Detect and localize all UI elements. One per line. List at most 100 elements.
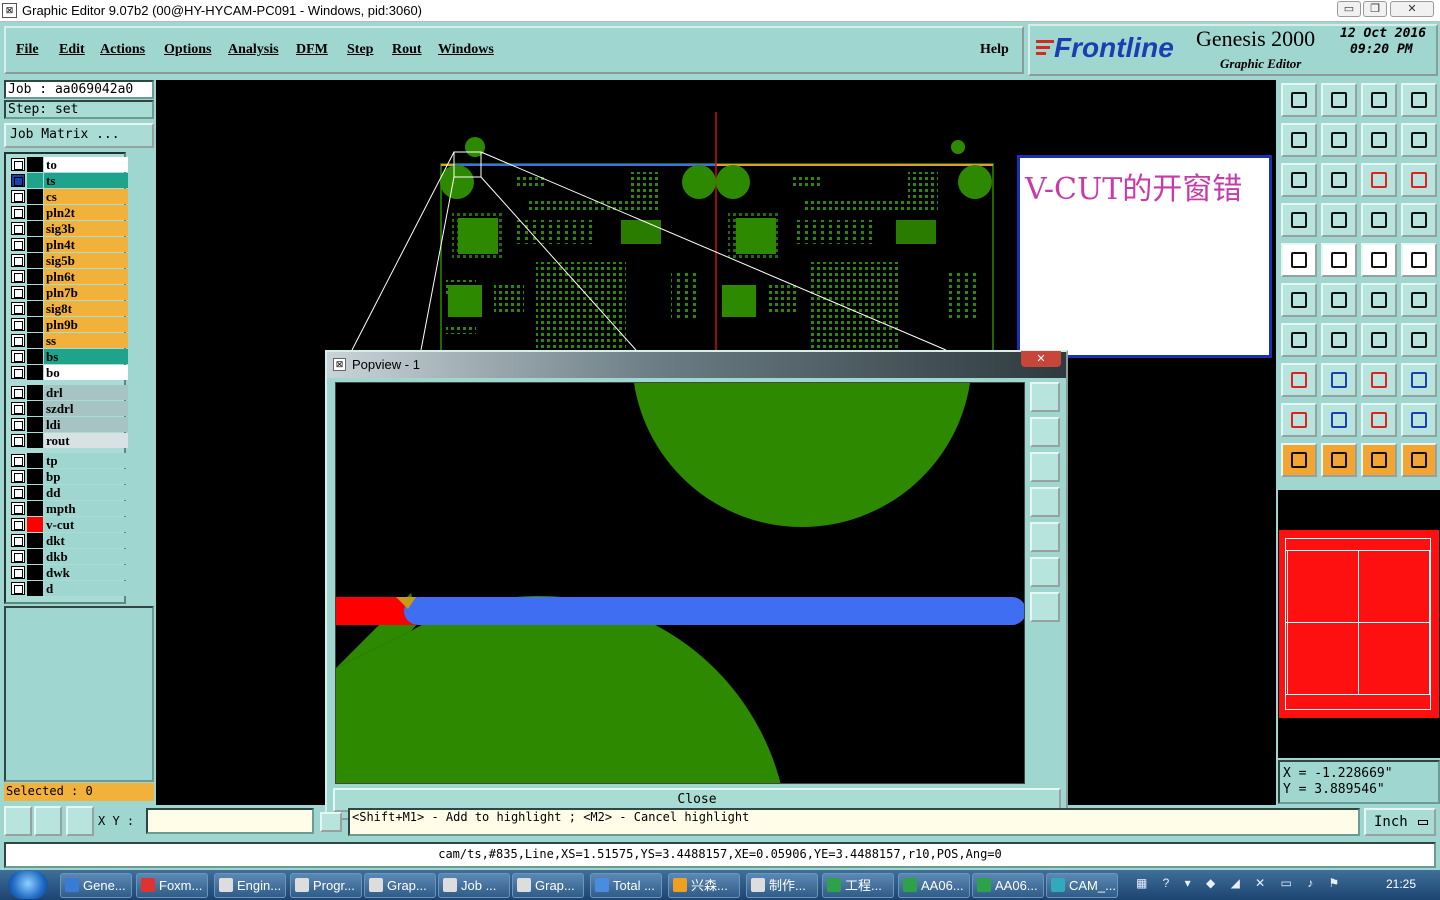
layer-row-bp[interactable]: bp (10, 469, 128, 484)
minus-icon[interactable] (1321, 363, 1357, 397)
close-window-button[interactable]: ✕ (1390, 1, 1434, 17)
layer-row-pln7b[interactable]: pln7b (10, 285, 128, 300)
pad-icon[interactable] (1281, 243, 1317, 277)
pointer-box-icon[interactable] (1321, 443, 1357, 477)
menu-step[interactable]: Step (347, 42, 373, 58)
taskbar-item[interactable]: AA06... (972, 873, 1044, 898)
layer-name[interactable]: pln7b (44, 285, 128, 300)
layer-color-swatch[interactable] (27, 221, 43, 236)
layer-row-dd[interactable]: dd (10, 485, 128, 500)
layer-color-swatch[interactable] (27, 485, 43, 500)
layer-checkbox[interactable] (11, 318, 25, 331)
layer-stack-red-icon[interactable] (1361, 203, 1397, 237)
layer-color-swatch[interactable] (27, 385, 43, 400)
measure-mode-icon[interactable] (34, 806, 62, 836)
connect-alt-icon[interactable] (1401, 283, 1437, 317)
layer-row-tp[interactable]: tp (10, 453, 128, 468)
layer-name[interactable]: szdrl (44, 401, 128, 416)
layer-color-swatch[interactable] (27, 453, 43, 468)
taskbar-item[interactable]: Job ... (438, 873, 510, 898)
layer-row-d[interactable]: d (10, 581, 128, 596)
layer-color-swatch[interactable] (27, 301, 43, 316)
layer-checkbox[interactable] (11, 434, 25, 447)
taskbar-item[interactable]: Grap... (512, 873, 584, 898)
layer-name[interactable]: dkb (44, 549, 128, 564)
layer-color-swatch[interactable] (27, 173, 43, 188)
layer-name[interactable]: bp (44, 469, 128, 484)
pan-right-icon[interactable] (1321, 123, 1357, 157)
layer-name[interactable]: dkt (44, 533, 128, 548)
layer-name[interactable]: ldi (44, 417, 128, 432)
layer-name[interactable]: sig5b (44, 253, 128, 268)
layer-color-swatch[interactable] (27, 533, 43, 548)
menu-edit[interactable]: Edit (59, 42, 85, 58)
xy-input[interactable] (146, 808, 314, 834)
layer-row-sig5b[interactable]: sig5b (10, 253, 128, 268)
taskbar-item[interactable]: Engin... (214, 873, 286, 898)
layer-checkbox[interactable] (11, 158, 25, 171)
pv-pan-down-icon[interactable] (1030, 452, 1060, 482)
layer-checkbox[interactable] (11, 470, 25, 483)
layer-checkbox[interactable] (11, 550, 25, 563)
zoom-center-icon[interactable] (1321, 163, 1357, 197)
taskbar-item[interactable]: 工程... (822, 873, 894, 898)
layer-color-swatch[interactable] (27, 205, 43, 220)
arc-red-icon[interactable] (1281, 403, 1317, 437)
ruler-icon[interactable] (1361, 243, 1397, 277)
layer-color-swatch[interactable] (27, 237, 43, 252)
menu-options[interactable]: Options (164, 42, 211, 58)
layer-checkbox[interactable] (11, 238, 25, 251)
grid-mode-icon[interactable] (66, 806, 94, 836)
layer-checkbox[interactable] (11, 206, 25, 219)
pv-pan-right-icon[interactable] (1030, 522, 1060, 552)
layer-checkbox[interactable] (11, 454, 25, 467)
layer-color-swatch[interactable] (27, 565, 43, 580)
layer-color-swatch[interactable] (27, 157, 43, 172)
menu-help[interactable]: Help (980, 42, 1009, 58)
copy-icon[interactable] (1401, 363, 1437, 397)
layer-checkbox[interactable] (11, 366, 25, 379)
layer-row-sig3b[interactable]: sig3b (10, 221, 128, 236)
layer-name[interactable]: v-cut (44, 517, 128, 532)
layer-name[interactable]: bo (44, 365, 128, 380)
layer-name[interactable]: tp (44, 453, 128, 468)
layer-checkbox[interactable] (11, 402, 25, 415)
window-split-icon[interactable] (1401, 83, 1437, 117)
mirror-icon[interactable] (1361, 123, 1397, 157)
menu-windows[interactable]: Windows (438, 42, 494, 58)
home-icon[interactable] (1361, 83, 1397, 117)
arc-icon[interactable] (1321, 403, 1357, 437)
layer-name[interactable]: d (44, 581, 128, 596)
layer-checkbox[interactable] (11, 302, 25, 315)
layer-checkbox[interactable] (11, 174, 25, 187)
layer-row-bs[interactable]: bs (10, 349, 128, 364)
layer-row-rout[interactable]: rout (10, 433, 128, 448)
layer-checkbox[interactable] (11, 334, 25, 347)
pv-pan-up-icon[interactable] (1030, 417, 1060, 447)
layer-row-drl[interactable]: drl (10, 385, 128, 400)
layer-checkbox[interactable] (11, 486, 25, 499)
menu-file[interactable]: File (16, 42, 39, 58)
filter-icon[interactable] (1281, 203, 1317, 237)
pointer-snap-icon[interactable] (1401, 443, 1437, 477)
arc-alt-icon[interactable] (1401, 403, 1437, 437)
layer-checkbox[interactable] (11, 534, 25, 547)
layer-color-swatch[interactable] (27, 285, 43, 300)
layer-color-swatch[interactable] (27, 253, 43, 268)
select-net-icon[interactable] (1281, 363, 1317, 397)
taskbar-item[interactable]: Gene... (60, 873, 132, 898)
pan-left-icon[interactable] (1281, 123, 1317, 157)
layer-name[interactable]: pln6t (44, 269, 128, 284)
layer-row-pln2t[interactable]: pln2t (10, 205, 128, 220)
angle-icon[interactable] (1281, 323, 1317, 357)
layer-checkbox[interactable] (11, 418, 25, 431)
pv-zoom-out-icon[interactable] (1030, 592, 1060, 622)
taskbar-item[interactable]: 制作... (746, 873, 818, 898)
layer-checkbox[interactable] (11, 190, 25, 203)
layer-color-swatch[interactable] (27, 581, 43, 596)
taskbar-item[interactable]: Total ... (590, 873, 662, 898)
layer-row-dkt[interactable]: dkt (10, 533, 128, 548)
slash-icon[interactable] (1321, 323, 1357, 357)
layer-color-swatch[interactable] (27, 349, 43, 364)
overview-map[interactable] (1278, 490, 1440, 758)
